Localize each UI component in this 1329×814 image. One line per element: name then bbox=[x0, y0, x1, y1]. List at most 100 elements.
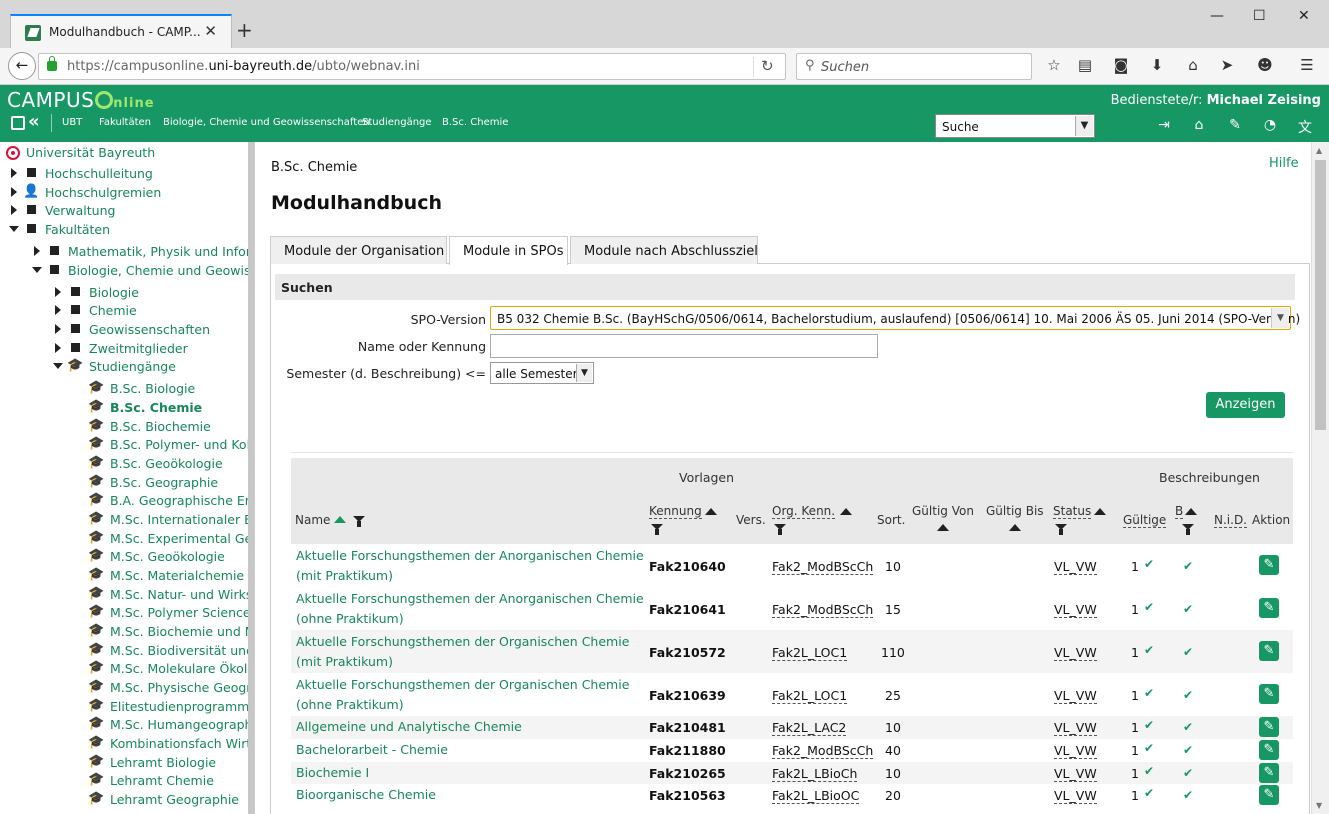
tree-item-zweitmitglieder[interactable]: Zweitmitglieder bbox=[55, 341, 188, 356]
module-org-kenn[interactable]: Fak2L_LOC1 bbox=[772, 645, 848, 661]
dashboard-icon[interactable]: ◔ bbox=[1261, 117, 1279, 133]
col-header-b[interactable]: B bbox=[1175, 504, 1184, 519]
sort-icon[interactable] bbox=[1009, 524, 1021, 531]
tree-item-mathematik[interactable]: Mathematik, Physik und Informa bbox=[34, 244, 254, 259]
col-header-name[interactable]: Name bbox=[295, 513, 347, 527]
edit-icon[interactable]: ✎ bbox=[1259, 684, 1279, 704]
filter-icon[interactable] bbox=[1182, 524, 1194, 535]
edit-icon[interactable]: ✎ bbox=[1259, 785, 1279, 805]
tree-item-fakultaeten[interactable]: Fakultäten bbox=[9, 222, 110, 237]
reader-view-icon[interactable]: ▤ bbox=[1075, 56, 1095, 74]
module-name-link[interactable]: Bachelorarbeit - Chemie bbox=[296, 740, 448, 760]
col-header-gueltig-bis[interactable]: Gültig Bis bbox=[986, 504, 1044, 518]
tree-item-msc-internationaler[interactable]: 🎓 M.Sc. Internationaler Elit bbox=[88, 511, 254, 527]
pocket-icon[interactable]: ◙ bbox=[1111, 56, 1131, 74]
module-name-link[interactable]: Aktuelle Forschungsthemen der Organische… bbox=[296, 632, 629, 672]
filter-icon[interactable] bbox=[774, 524, 786, 535]
module-name-link[interactable]: Allgemeine und Analytische Chemie bbox=[296, 717, 522, 737]
sort-icon[interactable] bbox=[1094, 508, 1106, 515]
tree-item-msc-experimental[interactable]: 🎓 M.Sc. Experimental Geo bbox=[88, 530, 254, 546]
edit-icon[interactable]: ✎ bbox=[1259, 740, 1279, 760]
breadcrumb-fakultaeten[interactable]: Fakultäten bbox=[99, 117, 151, 128]
filter-icon[interactable] bbox=[353, 516, 365, 527]
tree-item-biologie[interactable]: Biologie bbox=[55, 285, 139, 300]
col-header-vers[interactable]: Vers. bbox=[736, 513, 766, 527]
tree-item-bsc-biologie[interactable]: 🎓 B.Sc. Biologie bbox=[88, 380, 195, 396]
help-link[interactable]: Hilfe bbox=[1269, 156, 1299, 171]
edit-icon[interactable]: ✎ bbox=[1259, 763, 1279, 783]
campusonline-logo[interactable]: CAMPUS nline bbox=[7, 88, 155, 112]
send-icon[interactable]: ➤ bbox=[1217, 56, 1237, 74]
tree-item-studiengaenge[interactable]: 🎓 Studiengänge bbox=[53, 358, 176, 374]
col-header-status[interactable]: Status bbox=[1053, 504, 1092, 519]
tree-item-ba-geographische[interactable]: 🎓 B.A. Geographische Entw bbox=[88, 492, 254, 508]
module-status[interactable]: VL_VW bbox=[1054, 559, 1097, 575]
main-scrollbar[interactable]: ▲ ▼ bbox=[1311, 142, 1329, 814]
col-header-kennung[interactable]: Kennung bbox=[649, 504, 702, 519]
tree-item-bsc-chemie[interactable]: 🎓 B.Sc. Chemie bbox=[88, 399, 202, 415]
module-status[interactable]: VL_VW bbox=[1054, 766, 1097, 782]
breadcrumb-studiengaenge[interactable]: Studiengänge bbox=[362, 117, 432, 128]
sort-icon[interactable] bbox=[840, 508, 852, 515]
reload-icon[interactable]: ↻ bbox=[761, 57, 774, 75]
download-icon[interactable]: ⬇ bbox=[1147, 56, 1167, 74]
tree-item-lehramt-geographie[interactable]: 🎓 Lehramt Geographie bbox=[88, 791, 239, 807]
maximize-icon[interactable]: ☐ bbox=[1253, 8, 1266, 24]
module-status[interactable]: VL_VW bbox=[1054, 645, 1097, 661]
breadcrumb-bsc-chemie[interactable]: B.Sc. Chemie bbox=[442, 117, 508, 128]
bookmark-star-icon[interactable]: ☆ bbox=[1044, 56, 1064, 74]
edit-icon[interactable]: ✎ bbox=[1259, 717, 1279, 737]
close-window-icon[interactable]: ✕ bbox=[1298, 8, 1310, 24]
tree-item-msc-polymer-science[interactable]: 🎓 M.Sc. Polymer Science bbox=[88, 604, 251, 620]
tree-item-lehramt-biologie[interactable]: 🎓 Lehramt Biologie bbox=[88, 754, 216, 770]
tree-item-bsc-geooekologie[interactable]: 🎓 B.Sc. Geoökologie bbox=[88, 455, 223, 471]
module-status[interactable]: VL_VW bbox=[1054, 743, 1097, 759]
home-icon[interactable]: ⌂ bbox=[1183, 56, 1203, 74]
module-name-link[interactable]: Biochemie I bbox=[296, 763, 369, 783]
spo-version-select[interactable]: B5 032 Chemie B.Sc. (BayHSchG/0506/0614,… bbox=[490, 306, 1300, 330]
edit-icon[interactable]: ✎ bbox=[1226, 117, 1244, 133]
tree-item-hochschulgremien[interactable]: 👤 Hochschulgremien bbox=[11, 184, 161, 200]
tree-item-bsc-geographie[interactable]: 🎓 B.Sc. Geographie bbox=[88, 474, 218, 490]
tree-item-bsc-biochemie[interactable]: 🎓 B.Sc. Biochemie bbox=[88, 418, 211, 434]
module-status[interactable]: VL_VW bbox=[1054, 688, 1097, 704]
sort-icon[interactable] bbox=[1185, 508, 1197, 515]
module-org-kenn[interactable]: Fak2_ModBScCh bbox=[772, 602, 874, 618]
module-name-link[interactable]: Aktuelle Forschungsthemen der Anorganisc… bbox=[296, 546, 644, 586]
new-tab-icon[interactable]: + bbox=[236, 18, 253, 42]
col-header-gueltige[interactable]: Gültige bbox=[1123, 513, 1167, 528]
translate-icon[interactable]: 文 bbox=[1296, 117, 1314, 136]
tree-item-msc-biodiversitaet[interactable]: 🎓 M.Sc. Biodiversität und bbox=[88, 642, 254, 658]
filter-icon[interactable] bbox=[1055, 524, 1067, 535]
edit-icon[interactable]: ✎ bbox=[1259, 555, 1279, 575]
module-org-kenn[interactable]: Fak2L_LBioOC bbox=[772, 788, 860, 804]
breadcrumb-ubt[interactable]: UBT bbox=[62, 117, 82, 128]
module-name-link[interactable]: Aktuelle Forschungsthemen der Anorganisc… bbox=[296, 589, 644, 629]
tree-item-verwaltung[interactable]: Verwaltung bbox=[11, 203, 115, 218]
menu-icon[interactable]: ☰ bbox=[1297, 56, 1317, 74]
tree-item-msc-physische[interactable]: 🎓 M.Sc. Physische Geogra bbox=[88, 679, 254, 695]
col-header-org-kenn[interactable]: Org. Kenn. bbox=[772, 504, 836, 519]
sort-icon[interactable] bbox=[705, 508, 717, 515]
url-bar[interactable]: https://campusonline.uni-bayreuth.de/ubt… bbox=[38, 53, 786, 80]
home-icon[interactable]: ⌂ bbox=[1190, 117, 1208, 133]
col-header-nid[interactable]: N.i.D. bbox=[1214, 513, 1247, 528]
tree-item-elitestudienprogramm[interactable]: 🎓 Elitestudienprogramm M bbox=[88, 698, 254, 714]
anzeigen-button[interactable]: Anzeigen bbox=[1206, 392, 1285, 418]
double-chevron-left-icon[interactable]: « bbox=[28, 111, 40, 132]
edit-icon[interactable]: ✎ bbox=[1259, 598, 1279, 618]
tree-root[interactable]: Universität Bayreuth bbox=[26, 145, 155, 160]
tree-item-chemie[interactable]: Chemie bbox=[55, 303, 137, 318]
tab-module-der-organisation[interactable]: Module der Organisation bbox=[270, 236, 447, 264]
module-org-kenn[interactable]: Fak2_ModBScCh bbox=[772, 743, 874, 759]
tree-item-msc-humangeographie[interactable]: 🎓 M.Sc. Humangeographi bbox=[88, 716, 254, 732]
window-icon[interactable] bbox=[11, 116, 25, 130]
back-arrow-icon[interactable]: ← bbox=[8, 52, 36, 80]
tab-module-nach-abschlussziel[interactable]: Module nach Abschlussziel bbox=[570, 236, 758, 264]
tab-module-in-spos[interactable]: Module in SPOs bbox=[449, 236, 568, 265]
module-org-kenn[interactable]: Fak2L_LOC1 bbox=[772, 688, 848, 704]
tree-item-msc-natur-wirkst[interactable]: 🎓 M.Sc. Natur- und Wirkst bbox=[88, 586, 254, 602]
module-org-kenn[interactable]: Fak2L_LAC2 bbox=[772, 720, 847, 736]
tree-item-lehramt-chemie[interactable]: 🎓 Lehramt Chemie bbox=[88, 772, 214, 788]
sidebar-scrollbar[interactable] bbox=[248, 142, 254, 814]
